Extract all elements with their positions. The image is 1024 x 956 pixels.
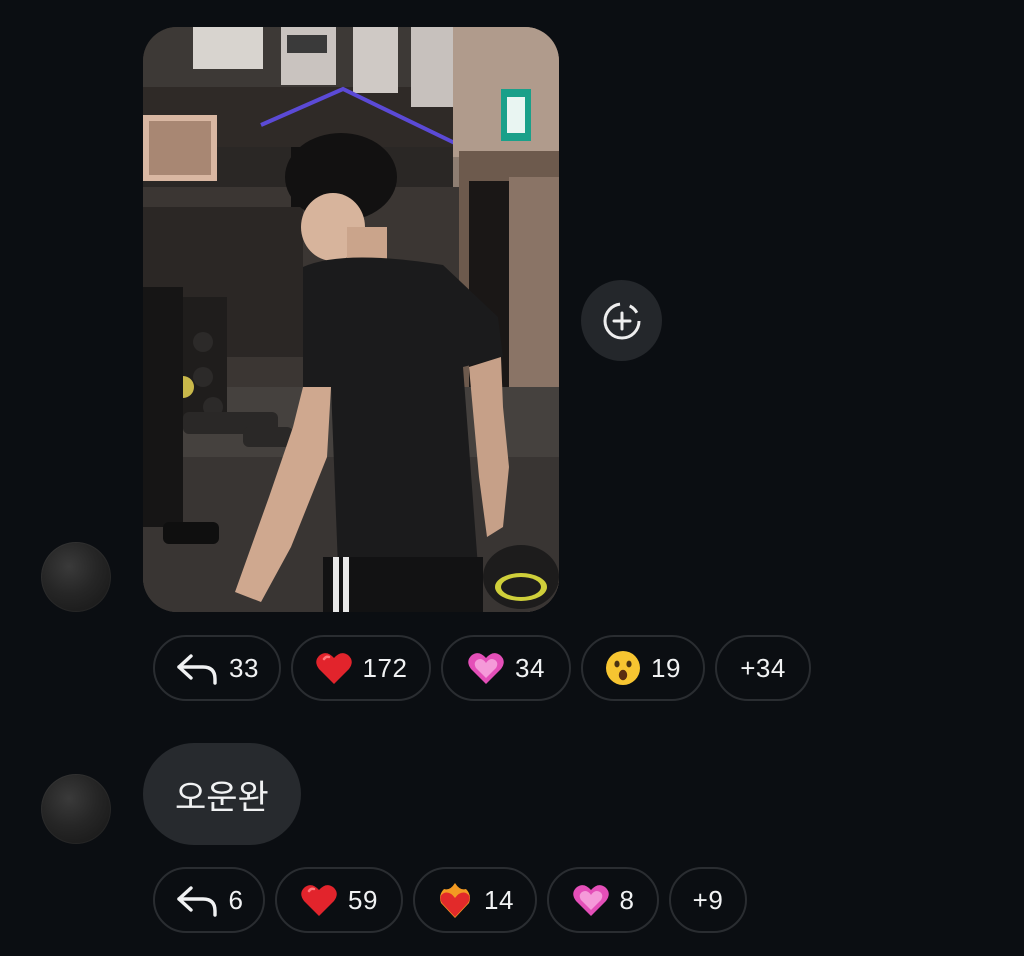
reply-count: 6 xyxy=(228,884,244,915)
reaction-chip-pink-heart[interactable]: 34 xyxy=(441,635,571,701)
reply-count: 33 xyxy=(229,652,259,683)
reaction-count: 59 xyxy=(348,884,378,915)
pink-heart-icon xyxy=(467,651,505,685)
reaction-chip-heart-on-fire[interactable]: 14 xyxy=(413,867,537,933)
reaction-chip-red-heart[interactable]: 172 xyxy=(291,635,431,701)
reaction-chip-pink-heart[interactable]: 8 xyxy=(547,867,659,933)
heart-on-fire-icon xyxy=(436,881,474,919)
reaction-chip-surprised[interactable]: 19 xyxy=(581,635,705,701)
message-bubble[interactable]: 오운완 xyxy=(143,743,301,845)
reaction-count: 8 xyxy=(619,884,635,915)
avatar[interactable] xyxy=(41,542,111,612)
red-heart-icon xyxy=(300,883,338,917)
avatar[interactable] xyxy=(41,774,111,844)
reply-chip[interactable]: 6 xyxy=(153,867,265,933)
reply-arrow-icon xyxy=(175,882,219,918)
reaction-count: 172 xyxy=(362,652,408,683)
more-reactions-count: +34 xyxy=(740,652,786,683)
reaction-bar: 33 172 34 19 +34 xyxy=(153,635,811,701)
reaction-count: 14 xyxy=(484,884,514,915)
gym-photo-illustration xyxy=(143,27,559,612)
more-reactions-chip[interactable]: +9 xyxy=(669,867,747,933)
reaction-count: 19 xyxy=(651,652,681,683)
more-reactions-chip[interactable]: +34 xyxy=(715,635,811,701)
reply-chip[interactable]: 33 xyxy=(153,635,281,701)
chat-thread: 33 172 34 19 +34 오운완 6 59 14 8 +9 xyxy=(0,0,1024,956)
message-text: 오운완 xyxy=(175,777,269,818)
red-heart-icon xyxy=(315,651,353,685)
reaction-count: 34 xyxy=(515,652,545,683)
reaction-chip-red-heart[interactable]: 59 xyxy=(275,867,403,933)
reaction-bar: 6 59 14 8 +9 xyxy=(153,867,747,933)
reply-arrow-icon xyxy=(175,650,219,686)
add-reaction-button[interactable] xyxy=(581,280,662,361)
pink-heart-icon xyxy=(572,883,610,917)
add-reaction-icon xyxy=(603,302,640,339)
more-reactions-count: +9 xyxy=(692,884,724,915)
message-photo[interactable] xyxy=(143,27,559,612)
surprised-face-icon xyxy=(605,650,641,686)
